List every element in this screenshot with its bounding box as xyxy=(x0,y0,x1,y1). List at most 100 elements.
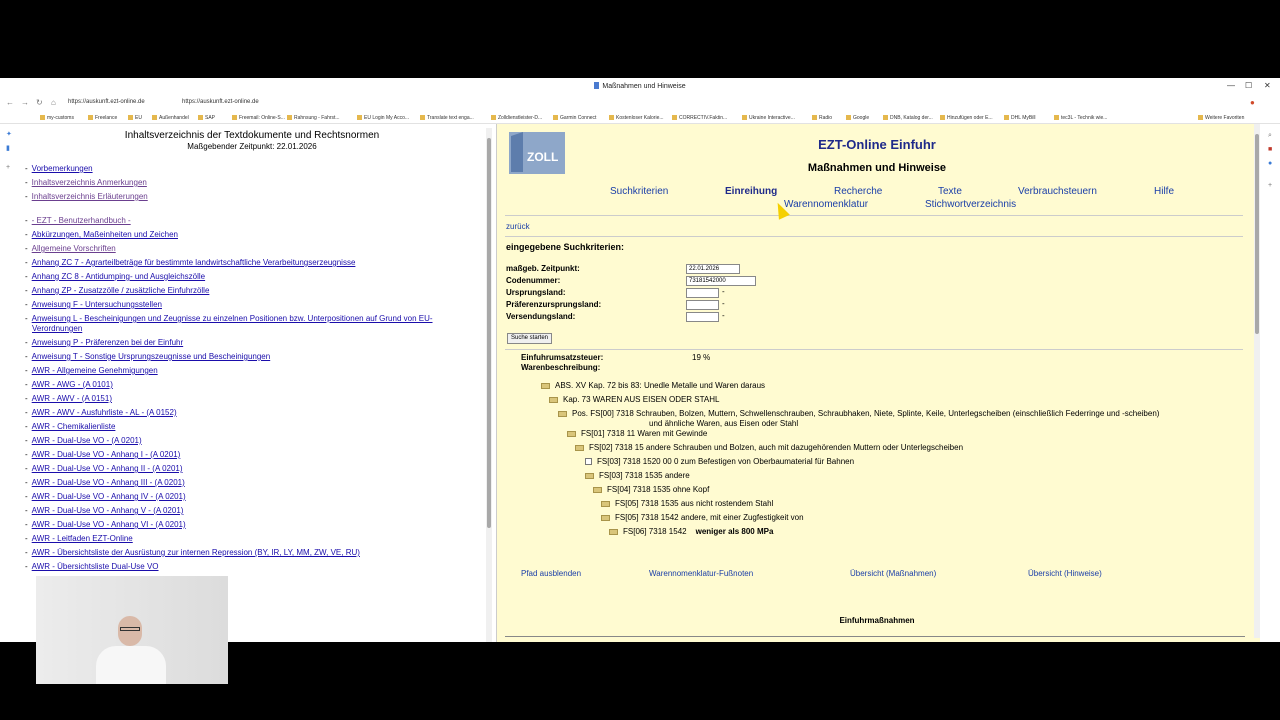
toc-link[interactable]: - AWR - Dual-Use VO - (A 0201) xyxy=(25,436,142,445)
toc-link-label[interactable]: Anweisung L - Bescheinigungen und Zeugni… xyxy=(32,314,433,323)
reload-icon[interactable]: ↻ xyxy=(36,98,43,107)
bookmark-item[interactable]: Radio xyxy=(812,115,832,121)
toc-link[interactable]: - Anhang ZC 7 - Agrarteilbeträge für best… xyxy=(25,258,355,267)
toc-link[interactable]: - AWR - Dual-Use VO - Anhang IV - (A 0201… xyxy=(25,492,186,501)
nav-stichwortverzeichnis[interactable]: Stichwortverzeichnis xyxy=(925,199,1016,210)
profile-icon[interactable]: ● xyxy=(1250,98,1255,107)
pfad-link[interactable]: Pfad ausblenden xyxy=(521,569,581,578)
toc-link-label[interactable]: AWR - Chemikalienliste xyxy=(32,422,116,431)
bookmark-item[interactable]: EU Login My Acco... xyxy=(357,115,409,121)
bookmark-item[interactable]: Außenhandel xyxy=(152,115,189,121)
scroll-thumb[interactable] xyxy=(487,138,491,528)
add-icon[interactable]: + xyxy=(6,164,10,171)
toc-link-label[interactable]: AWR - AWV - (A 0151) xyxy=(32,394,112,403)
url-input[interactable]: https://auskunft.ezt-online.de xyxy=(182,99,259,105)
bookmark-item[interactable]: Kostenloser Kalorie... xyxy=(609,115,664,121)
toc-link[interactable]: - AWR - AWV - Ausfuhrliste - AL - (A 0152… xyxy=(25,408,177,417)
toc-link[interactable]: - AWR - Dual-Use VO - Anhang III - (A 020… xyxy=(25,478,185,487)
toc-link-label[interactable]: Abkürzungen, Maßeinheiten und Zeichen xyxy=(32,230,178,239)
bookmark-item[interactable]: Ukraine Interactive... xyxy=(742,115,795,121)
toc-link-label[interactable]: Anhang ZP - Zusatzzölle / zusätzliche Ei… xyxy=(32,286,210,295)
toc-link-label[interactable]: - EZT - Benutzerhandbuch - xyxy=(32,216,131,225)
scroll-thumb[interactable] xyxy=(1255,134,1259,334)
toc-link-label[interactable]: Allgemeine Vorschriften xyxy=(32,244,116,253)
left-scrollbar[interactable] xyxy=(486,128,492,642)
massnahmen-link[interactable]: Übersicht (Maßnahmen) xyxy=(850,569,936,578)
nav-hilfe[interactable]: Hilfe xyxy=(1154,186,1174,197)
toc-link-label[interactable]: AWR - AWV - Ausfuhrliste - AL - (A 0152) xyxy=(32,408,177,417)
tree-node[interactable]: FS[05] 7318 1542 andere, mit einer Zugfe… xyxy=(601,513,804,522)
bookmark-item[interactable]: my-customs xyxy=(40,115,74,121)
toc-link-label[interactable]: AWR - Dual-Use VO - Anhang VI - (A 0201) xyxy=(32,520,186,529)
nav-texte[interactable]: Texte xyxy=(938,186,962,197)
tree-node[interactable]: ABS. XV Kap. 72 bis 83: Unedle Metalle u… xyxy=(541,381,765,390)
code-field[interactable]: 73181542000 xyxy=(686,276,756,286)
sidebar-icon[interactable]: ▮ xyxy=(6,144,10,152)
forward-icon[interactable]: → xyxy=(21,98,29,107)
toc-link[interactable]: - Allgemeine Vorschriften xyxy=(25,244,116,253)
versendung-field[interactable] xyxy=(686,312,719,322)
app-icon[interactable]: ● xyxy=(1268,160,1272,167)
maximize-icon[interactable]: ☐ xyxy=(1245,81,1252,90)
toc-link-label[interactable]: AWR - Übersichtsliste der Ausrüstung zur… xyxy=(32,548,360,557)
bookmark-item[interactable]: Garmin Connect xyxy=(553,115,596,121)
toc-link-label[interactable]: Anweisung F - Untersuchungsstellen xyxy=(32,300,162,309)
toc-link[interactable]: - Anweisung L - Bescheinigungen und Zeugn… xyxy=(25,314,433,323)
back-link[interactable]: zurück xyxy=(506,222,530,231)
toc-link-label[interactable]: AWR - Dual-Use VO - Anhang III - (A 0201… xyxy=(32,478,185,487)
bookmark-item[interactable]: Rahnsung - Fahrst... xyxy=(287,115,340,121)
toc-link-label[interactable]: AWR - AWG - (A 0101) xyxy=(32,380,113,389)
toc-link-label[interactable]: AWR - Dual-Use VO - Anhang II - (A 0201) xyxy=(32,464,183,473)
toc-link[interactable]: Verordnungen xyxy=(32,324,82,333)
nav-recherche[interactable]: Recherche xyxy=(834,186,882,197)
tree-node[interactable]: FS[02] 7318 15 andere Schrauben und Bolz… xyxy=(575,443,963,452)
toc-link[interactable]: - AWR - Dual-Use VO - Anhang V - (A 0201) xyxy=(25,506,183,515)
add-icon[interactable]: + xyxy=(1268,182,1272,189)
toc-link[interactable]: - Anweisung P - Präferenzen bei der Einfu… xyxy=(25,338,183,347)
toc-link[interactable]: - AWR - Dual-Use VO - Anhang I - (A 0201) xyxy=(25,450,180,459)
toc-link-label[interactable]: Inhaltsverzeichnis Erläuterungen xyxy=(32,192,148,201)
tree-node[interactable]: FS[03] 7318 1535 andere xyxy=(585,471,690,480)
toc-link-label[interactable]: AWR - Allgemeine Genehmigungen xyxy=(32,366,158,375)
bookmark-item[interactable]: DNB, Katalog der... xyxy=(883,115,933,121)
toc-link[interactable]: - Anhang ZC 8 - Antidumping- und Ausgleic… xyxy=(25,272,205,281)
toc-link-label[interactable]: Vorbemerkungen xyxy=(32,164,93,173)
toc-link-label[interactable]: AWR - Dual-Use VO - Anhang IV - (A 0201) xyxy=(32,492,186,501)
bookmark-item[interactable]: Hinzufügen oder E... xyxy=(940,115,993,121)
nav-einreihung[interactable]: Einreihung xyxy=(725,186,777,197)
toc-link[interactable]: - Anweisung F - Untersuchungsstellen xyxy=(25,300,162,309)
search-button[interactable]: Suche starten xyxy=(507,333,553,344)
toc-link[interactable]: - Anweisung T - Sonstige Ursprungszeugnis… xyxy=(25,352,270,361)
toc-link-label[interactable]: AWR - Dual-Use VO - Anhang I - (A 0201) xyxy=(32,450,181,459)
bookmark-item[interactable]: SAP xyxy=(198,115,215,121)
tree-node[interactable]: Kap. 73 WAREN AUS EISEN ODER STAHL xyxy=(549,395,720,404)
back-icon[interactable]: ← xyxy=(6,98,14,107)
search-icon[interactable]: ⌕ xyxy=(1268,132,1272,140)
toc-link[interactable]: -- EZT - Benutzerhandbuch - xyxy=(25,216,131,225)
toc-link-label[interactable]: AWR - Übersichtsliste Dual-Use VO xyxy=(32,562,159,571)
toc-link[interactable]: - Vorbemerkungen xyxy=(25,164,93,173)
bookmark-item[interactable]: EU xyxy=(128,115,142,121)
toc-link[interactable]: - AWR - AWG - (A 0101) xyxy=(25,380,113,389)
bookmark-item[interactable]: Translate text enga... xyxy=(420,115,474,121)
toc-link[interactable]: - Abkürzungen, Maßeinheiten und Zeichen xyxy=(25,230,178,239)
url-text[interactable]: https://auskunft.ezt-online.de xyxy=(68,99,145,105)
tree-node[interactable]: FS[06] 7318 1542 weniger als 800 MPa xyxy=(609,527,773,536)
hinweise-link[interactable]: Übersicht (Hinweise) xyxy=(1028,569,1102,578)
toc-link[interactable]: - AWR - Übersichtsliste der Ausrüstung zu… xyxy=(25,548,360,557)
toc-link-label[interactable]: Anhang ZC 8 - Antidumping- und Ausgleich… xyxy=(32,272,205,281)
tree-node[interactable]: FS[01] 7318 11 Waren mit Gewinde xyxy=(567,429,707,438)
zeitpunkt-field[interactable]: 22.01.2026 xyxy=(686,264,740,274)
bookmark-item[interactable]: CORRECTIV.Faktin... xyxy=(672,115,727,121)
bookmark-item[interactable]: Zolldienstleister-D... xyxy=(491,115,542,121)
tree-node[interactable]: FS[04] 7318 1535 ohne Kopf xyxy=(593,485,709,494)
close-icon[interactable]: ✕ xyxy=(1264,81,1271,90)
toc-link-label[interactable]: Verordnungen xyxy=(32,324,82,333)
nav-verbrauchsteuern[interactable]: Verbrauchsteuern xyxy=(1018,186,1097,197)
toc-link-label[interactable]: AWR - Dual-Use VO - (A 0201) xyxy=(32,436,142,445)
nav-warennomenklatur[interactable]: Warennomenklatur xyxy=(784,199,868,210)
tree-node[interactable]: FS[05] 7318 1535 aus nicht rostendem Sta… xyxy=(601,499,773,508)
nav-suchkriterien[interactable]: Suchkriterien xyxy=(610,186,668,197)
toc-link[interactable]: - Inhaltsverzeichnis Anmerkungen xyxy=(25,178,147,187)
toc-link[interactable]: - AWR - Dual-Use VO - Anhang VI - (A 0201… xyxy=(25,520,186,529)
